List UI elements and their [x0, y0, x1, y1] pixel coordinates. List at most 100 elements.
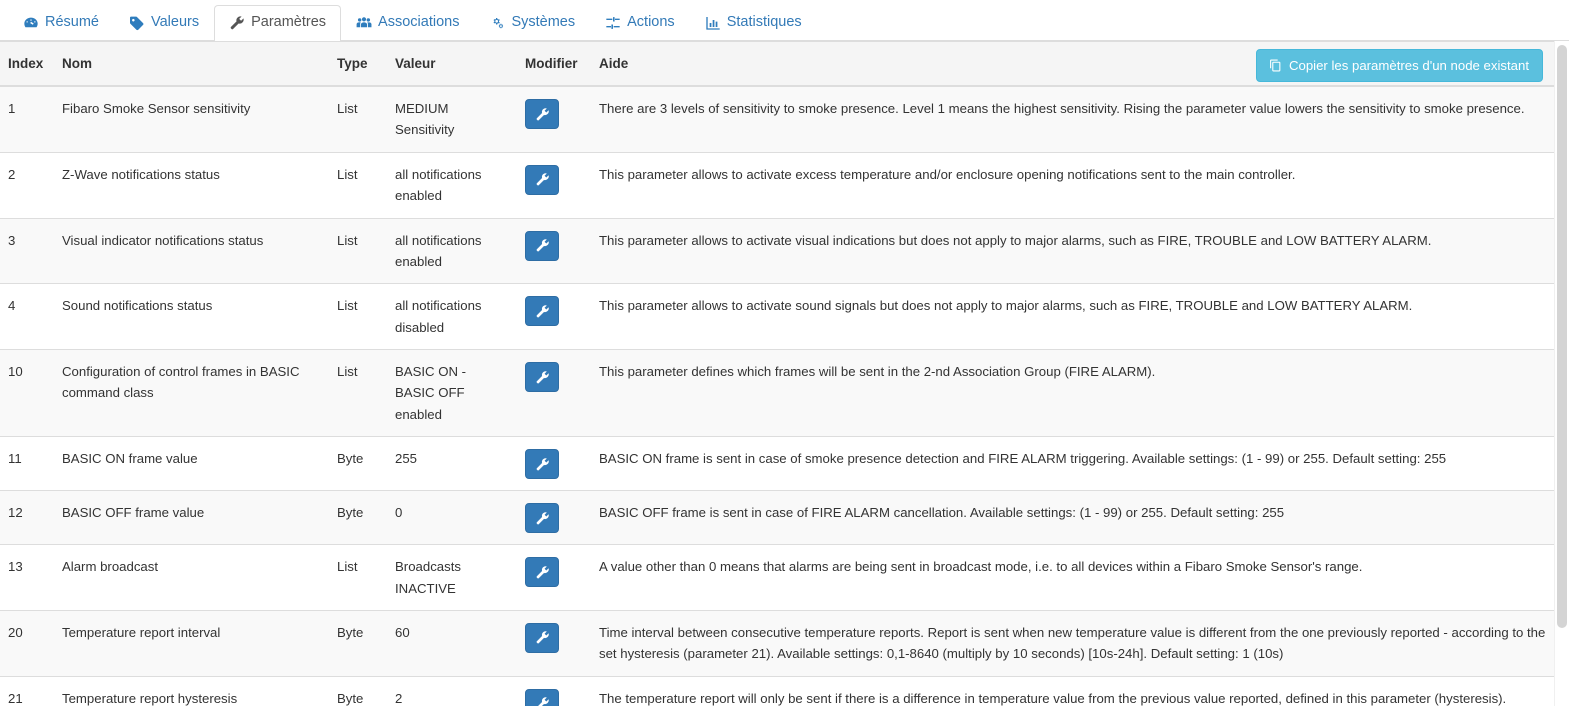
cell-aide: There are 3 levels of sensitivity to smo…	[591, 85, 1555, 153]
cell-nom: Alarm broadcast	[54, 544, 329, 611]
tab-bar: Résumé Valeurs Paramètres Associations S…	[0, 0, 1569, 41]
cell-valeur: 255	[387, 436, 517, 491]
dashboard-icon	[23, 15, 39, 31]
table-header-row: Index Nom Type Valeur Modifier Aide Copi…	[0, 41, 1555, 87]
tab-label: Valeurs	[151, 14, 200, 31]
cell-index: 10	[0, 348, 54, 437]
wrench-icon	[535, 304, 550, 319]
cell-valeur: 60	[387, 609, 517, 677]
wrench-icon	[535, 107, 550, 122]
wrench-icon	[535, 457, 550, 472]
cell-type: Byte	[329, 675, 387, 706]
edit-parameter-button[interactable]	[525, 99, 559, 129]
cell-modifier	[517, 675, 591, 706]
tab-label: Paramètres	[251, 14, 327, 31]
column-header-index: Index	[0, 41, 54, 87]
table-row: 10 Configuration of control frames in BAS…	[0, 348, 1555, 437]
cell-modifier	[517, 348, 591, 437]
cell-aide: This parameter allows to activate visual…	[591, 217, 1555, 284]
table-row: 3 Visual indicator notifications status Li…	[0, 217, 1555, 284]
table-row: 21 Temperature report hysteresis Byte 2 The …	[0, 675, 1555, 706]
table-body: 1 Fibaro Smoke Sensor sensitivity List MEDI…	[0, 85, 1555, 706]
cell-type: List	[329, 283, 387, 350]
table-row: 2 Z-Wave notifications status List all noti…	[0, 151, 1555, 218]
edit-parameter-button[interactable]	[525, 557, 559, 588]
cell-index: 12	[0, 490, 54, 545]
vertical-scrollbar-thumb[interactable]	[1557, 45, 1567, 628]
cell-aide: A value other than 0 means that alarms a…	[591, 544, 1555, 611]
edit-parameter-button[interactable]	[525, 688, 559, 706]
cell-modifier	[517, 151, 591, 218]
cell-valeur: all notifications enabled	[387, 217, 517, 284]
cell-nom: Configuration of control frames in BASIC…	[54, 348, 329, 437]
edit-parameter-button[interactable]	[525, 503, 559, 534]
cell-aide: BASIC ON frame is sent in case of smoke …	[591, 436, 1555, 491]
wrench-icon	[535, 630, 550, 645]
edit-parameter-button[interactable]	[525, 230, 559, 261]
wrench-icon	[535, 565, 550, 580]
cell-nom: Visual indicator notifications status	[54, 217, 329, 284]
tab-actions[interactable]: Actions	[590, 5, 690, 41]
cell-modifier	[517, 85, 591, 153]
cell-nom: BASIC OFF frame value	[54, 490, 329, 545]
cell-index: 4	[0, 283, 54, 350]
parameters-table-container: Index Nom Type Valeur Modifier Aide Copi…	[0, 41, 1555, 706]
vertical-scrollbar[interactable]	[1554, 41, 1569, 706]
tab-label: Actions	[627, 14, 675, 31]
cell-aide: This parameter defines which frames will…	[591, 348, 1555, 437]
wrench-icon	[229, 15, 245, 31]
cell-nom: Temperature report interval	[54, 609, 329, 677]
tab-label: Associations	[378, 14, 460, 31]
table-row: 12 BASIC OFF frame value Byte 0 BASIC OFF fr…	[0, 490, 1555, 545]
column-header-valeur: Valeur	[387, 41, 517, 87]
cell-index: 21	[0, 675, 54, 706]
cell-type: List	[329, 151, 387, 218]
wrench-icon	[535, 370, 550, 385]
cell-valeur: all notifications enabled	[387, 151, 517, 218]
cell-type: List	[329, 85, 387, 153]
users-icon	[356, 15, 372, 31]
cell-index: 20	[0, 609, 54, 677]
cell-valeur: BASIC ON - BASIC OFF enabled	[387, 348, 517, 437]
cell-nom: BASIC ON frame value	[54, 436, 329, 491]
cell-type: List	[329, 348, 387, 437]
tab-label: Résumé	[45, 14, 99, 31]
cell-nom: Temperature report hysteresis	[54, 675, 329, 706]
edit-parameter-button[interactable]	[525, 449, 559, 480]
column-header-modifier: Modifier	[517, 41, 591, 87]
tab-valeurs[interactable]: Valeurs	[114, 5, 214, 41]
copy-icon	[1269, 59, 1282, 72]
cell-valeur: MEDIUM Sensitivity	[387, 85, 517, 153]
cell-index: 1	[0, 85, 54, 153]
cell-nom: Fibaro Smoke Sensor sensitivity	[54, 85, 329, 153]
column-header-aide-label: Aide	[599, 56, 629, 71]
parameters-table: Index Nom Type Valeur Modifier Aide Copi…	[0, 41, 1555, 706]
column-header-nom: Nom	[54, 41, 329, 87]
edit-parameter-button[interactable]	[525, 296, 559, 327]
column-header-aide: Aide Copier les paramètres d'un node exi…	[591, 41, 1555, 87]
edit-parameter-button[interactable]	[525, 164, 559, 195]
table-header: Index Nom Type Valeur Modifier Aide Copi…	[0, 41, 1555, 87]
bar-chart-icon	[705, 15, 721, 31]
tab-associations[interactable]: Associations	[341, 5, 474, 41]
cell-aide: This parameter allows to activate sound …	[591, 283, 1555, 350]
edit-parameter-button[interactable]	[525, 622, 559, 653]
edit-parameter-button[interactable]	[525, 362, 559, 392]
copy-params-from-node-button[interactable]: Copier les paramètres d'un node existant	[1255, 49, 1543, 83]
tab-systemes[interactable]: Systèmes	[474, 5, 590, 41]
cell-index: 13	[0, 544, 54, 611]
cell-aide: This parameter allows to activate excess…	[591, 151, 1555, 218]
wrench-icon	[535, 511, 550, 526]
tab-parametres[interactable]: Paramètres	[214, 5, 342, 41]
table-row: 11 BASIC ON frame value Byte 255 BASIC ON fr…	[0, 436, 1555, 491]
wrench-icon	[535, 696, 550, 706]
cell-type: Byte	[329, 490, 387, 545]
cell-modifier	[517, 283, 591, 350]
tab-statistiques[interactable]: Statistiques	[690, 5, 817, 41]
cell-valeur: 2	[387, 675, 517, 706]
tab-label: Statistiques	[726, 14, 802, 31]
cell-valeur: 0	[387, 490, 517, 545]
wrench-icon	[535, 172, 550, 187]
tag-icon	[129, 15, 145, 31]
tab-resume[interactable]: Résumé	[8, 5, 114, 41]
